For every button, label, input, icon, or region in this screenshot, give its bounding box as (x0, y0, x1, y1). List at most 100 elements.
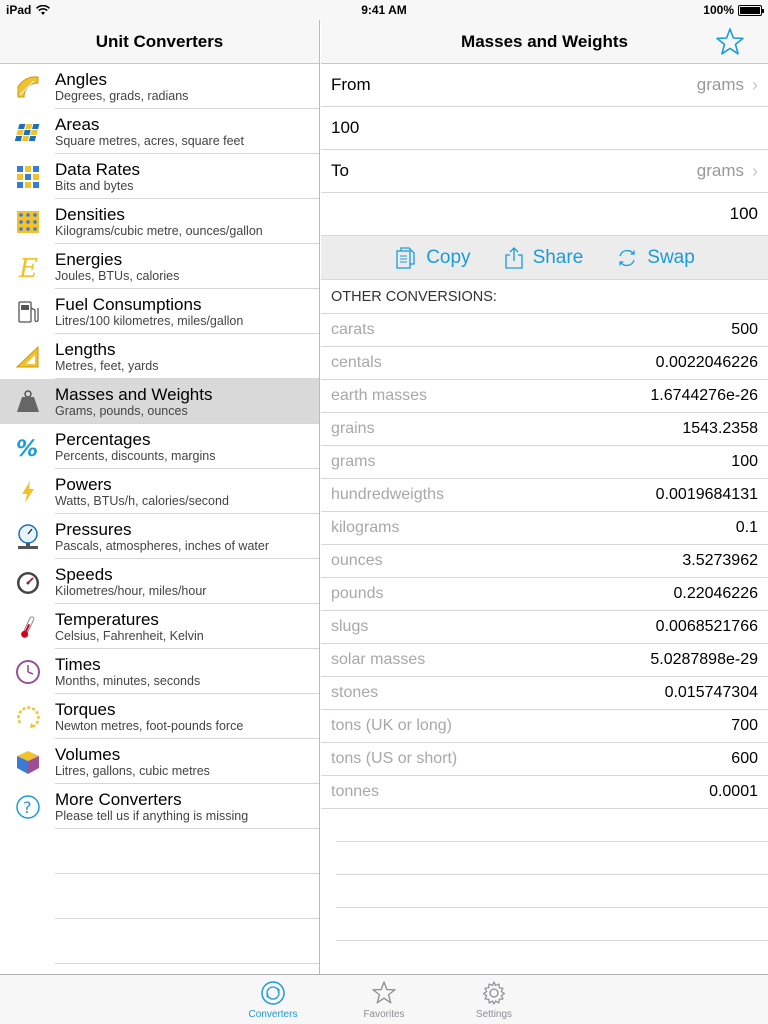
star-icon (372, 981, 396, 1004)
conversion-row[interactable]: stones 0.015747304 (321, 677, 768, 710)
converter-subtitle: Joules, BTUs, calories (55, 268, 180, 283)
battery-percent: 100% (703, 3, 734, 17)
swap-icon (619, 249, 635, 266)
empty-rows (0, 829, 319, 964)
converter-text: Energies Joules, BTUs, calories (55, 250, 179, 284)
conversion-row[interactable]: grains 1543.2358 (321, 413, 768, 446)
converter-subtitle: Please tell us if anything is missing (55, 808, 249, 823)
converter-text: Lengths Metres, feet, yards (55, 340, 159, 374)
conversion-row[interactable]: tonnes 0.0001 (321, 776, 768, 809)
blank-rows (321, 809, 768, 941)
conversion-unit: earth masses (331, 387, 428, 404)
conversion-row[interactable]: solar masses 5.0287898e-29 (321, 644, 768, 677)
tiles-icon (0, 109, 55, 154)
copy-button[interactable]: Copy (394, 246, 471, 270)
conversion-unit: tons (UK or long) (331, 717, 452, 734)
tab-label: Converters (248, 1009, 298, 1020)
conversion-unit: grains (331, 420, 375, 437)
grid-dots-icon (0, 199, 55, 244)
converter-item-volumes[interactable]: Volumes Litres, gallons, cubic metres (0, 739, 319, 784)
converter-item-densities[interactable]: Densities Kilograms/cubic metre, ounces/g… (0, 199, 319, 244)
converter-item-masses-and-weights[interactable]: Masses and Weights Grams, pounds, ounces (0, 379, 319, 424)
converter-text: Times Months, minutes, seconds (55, 655, 200, 689)
converter-title: Percentages (55, 429, 151, 449)
conversion-unit: carats (331, 321, 375, 338)
converter-text: Fuel Consumptions Litres/100 kilometres, … (55, 295, 243, 329)
conversion-row[interactable]: slugs 0.0068521766 (321, 611, 768, 644)
converter-text: Areas Square metres, acres, square feet (55, 115, 244, 149)
tab-label: Settings (475, 1009, 513, 1020)
tab-converters[interactable]: Converters (238, 979, 308, 1020)
converter-subtitle: Square metres, acres, square feet (55, 133, 244, 148)
conversion-row[interactable]: tons (UK or long) 700 (321, 710, 768, 743)
master-title: Unit Converters (0, 20, 319, 64)
converter-item-temperatures[interactable]: Temperatures Celsius, Fahrenheit, Kelvin (0, 604, 319, 649)
converter-title: Lengths (55, 339, 116, 359)
share-button[interactable]: Share (503, 246, 584, 270)
to-label: To (331, 161, 349, 180)
converter-item-areas[interactable]: Areas Square metres, acres, square feet (0, 109, 319, 154)
conversion-value: 0.0022046226 (655, 354, 758, 371)
blank-row (336, 842, 768, 875)
converter-item-more-converters[interactable]: ? More Converters Please tell us if anythi… (0, 784, 319, 829)
converter-title: Speeds (55, 564, 113, 584)
detail-header: Masses and Weights (321, 20, 768, 64)
converter-item-speeds[interactable]: Speeds Kilometres/hour, miles/hour (0, 559, 319, 604)
percent-icon: % (0, 424, 55, 469)
conversion-unit: pounds (331, 585, 384, 602)
conversion-unit: kilograms (331, 519, 400, 536)
converter-item-lengths[interactable]: Lengths Metres, feet, yards (0, 334, 319, 379)
tab-favorites[interactable]: Favorites (349, 979, 419, 1020)
empty-row (0, 919, 319, 964)
converter-text: Densities Kilograms/cubic metre, ounces/g… (55, 205, 263, 239)
converter-item-data-rates[interactable]: Data Rates Bits and bytes (0, 154, 319, 199)
from-value-field[interactable]: 100 (321, 107, 768, 150)
action-bar: Copy Share Swap (321, 236, 768, 280)
converter-title: Temperatures (55, 609, 159, 629)
conversion-value: 500 (731, 321, 758, 338)
converter-text: Temperatures Celsius, Fahrenheit, Kelvin (55, 610, 204, 644)
converter-title: Areas (55, 114, 100, 134)
conversion-row[interactable]: tons (US or short) 600 (321, 743, 768, 776)
converter-list: Angles Degrees, grads, radians Areas Square… (0, 64, 319, 829)
conversion-value: 1.6744276e-26 (650, 387, 758, 404)
protractor-icon (0, 64, 55, 109)
converter-item-fuel-consumptions[interactable]: Fuel Consumptions Litres/100 kilometres, … (0, 289, 319, 334)
conversion-unit: slugs (331, 618, 369, 635)
converter-item-torques[interactable]: Torques Newton metres, foot-pounds force (0, 694, 319, 739)
share-label: Share (532, 246, 584, 268)
converter-subtitle: Metres, feet, yards (55, 358, 159, 373)
tab-settings[interactable]: Settings (459, 979, 529, 1020)
to-unit-row[interactable]: To grams › (321, 150, 768, 193)
conversion-value: 700 (731, 717, 758, 734)
from-unit-row[interactable]: From grams › (321, 64, 768, 107)
converter-item-angles[interactable]: Angles Degrees, grads, radians (0, 64, 319, 109)
conversion-unit: tons (US or short) (331, 750, 458, 767)
converter-title: More Converters (55, 789, 182, 809)
conversion-row[interactable]: kilograms 0.1 (321, 512, 768, 545)
conversion-row[interactable]: ounces 3.5273962 (321, 545, 768, 578)
converter-item-energies[interactable]: E Energies Joules, BTUs, calories (0, 244, 319, 289)
conversion-unit: hundredweigths (331, 486, 444, 503)
swap-button[interactable]: Swap (615, 246, 695, 270)
converter-text: Data Rates Bits and bytes (55, 160, 140, 194)
favorite-star-icon[interactable] (714, 26, 746, 58)
fuel-pump-icon (0, 289, 55, 334)
tab-label: Favorites (363, 1009, 405, 1020)
converter-item-percentages[interactable]: % Percentages Percents, discounts, margins (0, 424, 319, 469)
conversion-row[interactable]: earth masses 1.6744276e-26 (321, 380, 768, 413)
converter-item-pressures[interactable]: Pressures Pascals, atmospheres, inches of… (0, 514, 319, 559)
conversion-row[interactable]: hundredweigths 0.0019684131 (321, 479, 768, 512)
conversion-unit: ounces (331, 552, 383, 569)
conversion-row[interactable]: grams 100 (321, 446, 768, 479)
converter-item-powers[interactable]: Powers Watts, BTUs/h, calories/second (0, 469, 319, 514)
from-unit: grams (696, 75, 744, 94)
conversion-unit: grams (331, 453, 376, 470)
blank-row (336, 809, 768, 842)
converter-item-times[interactable]: Times Months, minutes, seconds (0, 649, 319, 694)
to-unit: grams (696, 161, 744, 180)
conversion-row[interactable]: centals 0.0022046226 (321, 347, 768, 380)
conversion-row[interactable]: carats 500 (321, 314, 768, 347)
conversion-row[interactable]: pounds 0.22046226 (321, 578, 768, 611)
detail-title: Masses and Weights (461, 31, 628, 51)
